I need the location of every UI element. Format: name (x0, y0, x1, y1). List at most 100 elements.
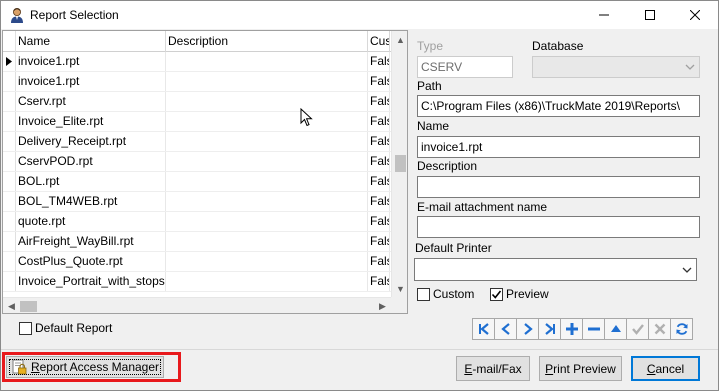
scroll-down-icon[interactable]: ▼ (392, 280, 407, 297)
cell-description[interactable] (166, 192, 368, 211)
nav-insert-button[interactable] (560, 318, 583, 340)
nav-last-button[interactable] (538, 318, 561, 340)
column-header-custom[interactable]: Cus (368, 31, 390, 52)
report-grid[interactable]: Name Description Cus invoice1.rptFalsein… (2, 30, 408, 314)
cell-description[interactable] (166, 92, 368, 111)
nav-first-button[interactable] (472, 318, 495, 340)
cell-name[interactable]: quote.rpt (16, 212, 166, 231)
close-button[interactable] (672, 1, 718, 29)
cell-custom[interactable]: False (368, 212, 390, 231)
nav-delete-button[interactable] (582, 318, 605, 340)
cell-description[interactable] (166, 272, 368, 291)
table-row[interactable]: Invoice_Portrait_with_stops.rpt False (3, 272, 391, 292)
nav-next-button[interactable] (516, 318, 539, 340)
table-row[interactable]: invoice1.rpt False (3, 52, 391, 72)
default-report-checkbox[interactable]: Default Report (19, 321, 112, 335)
cell-name[interactable]: AirFreight_WayBill.rpt (16, 232, 166, 251)
path-label: Path (417, 79, 442, 93)
email-fax-button[interactable]: E-mail/Fax (456, 356, 530, 381)
plus-icon (565, 323, 578, 335)
cell-custom[interactable]: False (368, 72, 390, 91)
cell-name[interactable]: CostPlus_Quote.rpt (16, 252, 166, 271)
cell-description[interactable] (166, 252, 368, 271)
column-header-name[interactable]: Name (16, 31, 166, 52)
row-indicator (3, 132, 16, 151)
name-field[interactable]: invoice1.rpt (417, 136, 700, 158)
custom-checkbox[interactable]: Custom (417, 287, 474, 301)
cell-custom[interactable]: False (368, 132, 390, 151)
minimize-button[interactable] (581, 1, 627, 29)
type-field: CSERV (417, 56, 513, 78)
horizontal-scroll-thumb[interactable] (20, 301, 37, 312)
cell-description[interactable] (166, 172, 368, 191)
cell-name[interactable]: invoice1.rpt (16, 52, 166, 71)
table-row[interactable]: CservPOD.rpt False (3, 152, 391, 172)
column-header-description[interactable]: Description (166, 31, 368, 52)
cell-custom[interactable]: False (368, 272, 390, 291)
cell-name[interactable]: Cserv.rpt (16, 92, 166, 111)
window-title: Report Selection (30, 8, 119, 22)
cell-name[interactable]: invoice1.rpt (16, 72, 166, 91)
cell-custom[interactable]: False (368, 152, 390, 171)
cell-name[interactable]: Invoice_Elite.rpt (16, 112, 166, 131)
cell-name[interactable]: BOL_TM4WEB.rpt (16, 192, 166, 211)
cancel-label: Cancel (646, 361, 685, 376)
print-preview-button[interactable]: Print Preview (539, 356, 622, 381)
default-printer-combo[interactable] (414, 258, 697, 281)
cell-custom[interactable]: False (368, 52, 390, 71)
cancel-button[interactable]: Cancel (631, 356, 700, 381)
cell-custom[interactable]: False (368, 172, 390, 191)
cell-description[interactable] (166, 72, 368, 91)
cell-name[interactable]: BOL.rpt (16, 172, 166, 191)
default-report-checkbox-box[interactable] (19, 321, 32, 335)
cell-custom[interactable]: False (368, 112, 390, 131)
table-row[interactable]: CostPlus_Quote.rpt False (3, 252, 391, 272)
scroll-right-icon[interactable]: ▶ (374, 298, 391, 313)
row-indicator (3, 172, 16, 191)
cell-description[interactable] (166, 52, 368, 71)
chevron-down-icon (682, 267, 692, 273)
table-row[interactable]: invoice1.rpt False (3, 72, 391, 92)
close-icon (690, 10, 700, 20)
custom-checkbox-box[interactable] (417, 287, 430, 301)
table-row[interactable]: quote.rpt False (3, 212, 391, 232)
scroll-up-icon[interactable]: ▲ (392, 31, 407, 48)
prior-icon (500, 323, 510, 335)
cell-name[interactable]: Invoice_Portrait_with_stops.rpt (16, 272, 166, 291)
cell-description[interactable] (166, 112, 368, 131)
record-navigator (472, 318, 693, 340)
scroll-left-icon[interactable]: ◀ (3, 298, 20, 313)
path-field[interactable]: C:\Program Files (x86)\TruckMate 2019\Re… (417, 95, 700, 117)
email-attachment-field[interactable] (417, 216, 700, 238)
grid-horizontal-scrollbar[interactable]: ◀ ▶ (3, 297, 391, 313)
cell-description[interactable] (166, 152, 368, 171)
red-highlight-box (2, 352, 181, 382)
preview-checkbox-box[interactable] (490, 287, 503, 301)
maximize-icon (645, 10, 655, 20)
row-indicator (3, 272, 16, 291)
table-row[interactable]: BOL.rpt False (3, 172, 391, 192)
refresh-icon (676, 323, 687, 335)
cell-name[interactable]: Delivery_Receipt.rpt (16, 132, 166, 151)
table-row[interactable]: Delivery_Receipt.rpt False (3, 132, 391, 152)
nav-edit-button[interactable] (604, 318, 627, 340)
description-field[interactable] (417, 176, 700, 198)
cell-custom[interactable]: False (368, 92, 390, 111)
table-row[interactable]: BOL_TM4WEB.rpt False (3, 192, 391, 212)
cell-custom[interactable]: False (368, 192, 390, 211)
cell-custom[interactable]: False (368, 252, 390, 271)
table-row[interactable]: AirFreight_WayBill.rpt False (3, 232, 391, 252)
table-row[interactable]: Cserv.rpt False (3, 92, 391, 112)
preview-checkbox[interactable]: Preview (490, 287, 549, 301)
table-row[interactable]: Invoice_Elite.rpt False (3, 112, 391, 132)
maximize-button[interactable] (627, 1, 673, 29)
cell-description[interactable] (166, 212, 368, 231)
cell-custom[interactable]: False (368, 232, 390, 251)
nav-prior-button[interactable] (494, 318, 517, 340)
cell-description[interactable] (166, 232, 368, 251)
cell-name[interactable]: CservPOD.rpt (16, 152, 166, 171)
cell-description[interactable] (166, 132, 368, 151)
nav-refresh-button[interactable] (670, 318, 693, 340)
vertical-scroll-thumb[interactable] (395, 155, 406, 172)
grid-vertical-scrollbar[interactable]: ▲ ▼ (391, 31, 407, 297)
